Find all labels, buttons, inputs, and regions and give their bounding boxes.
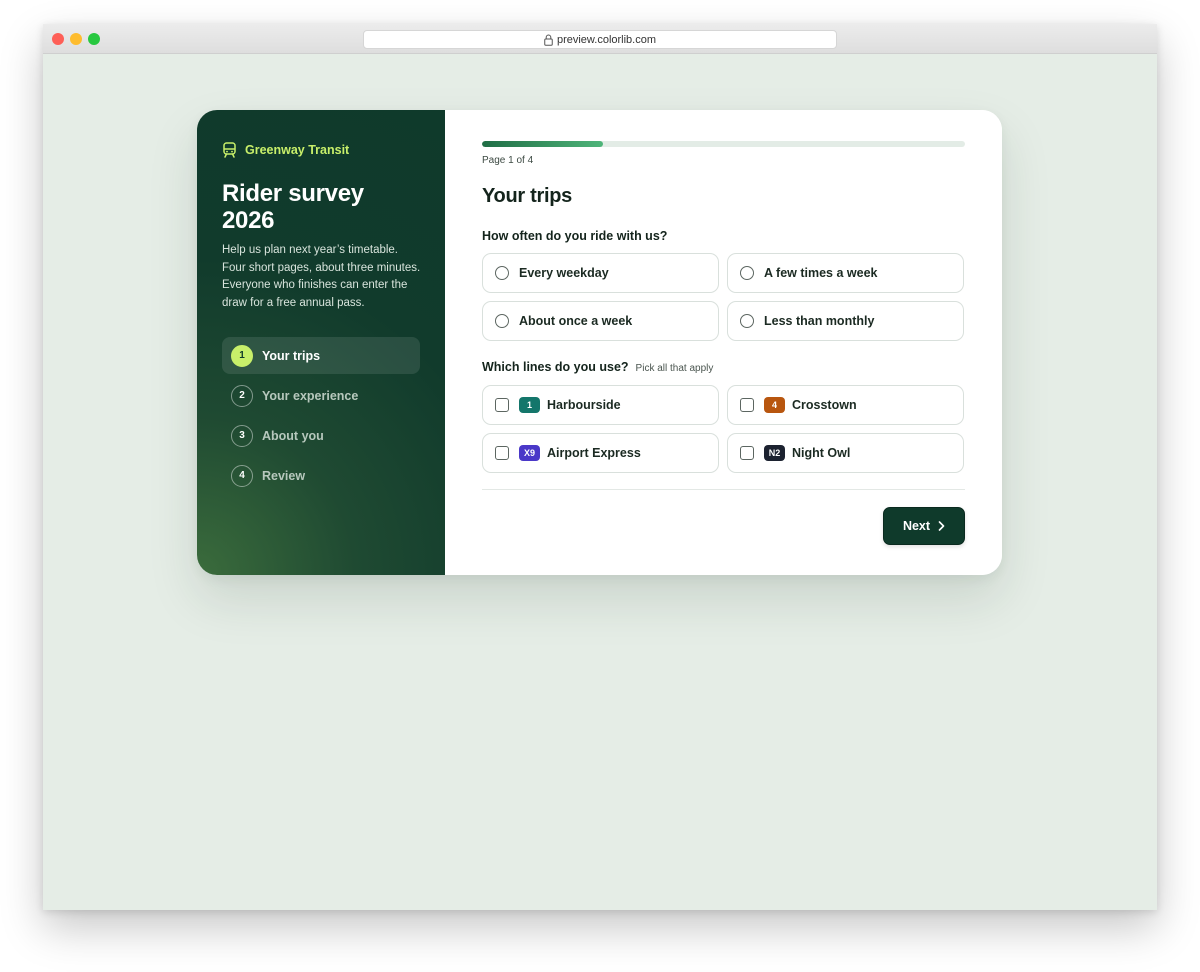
chevron-right-icon — [938, 521, 945, 531]
step-label: About you — [262, 428, 324, 443]
bus-icon — [223, 142, 236, 158]
line-badge: 1 — [519, 397, 540, 413]
option-label: Harbourside — [547, 398, 621, 412]
radio-button[interactable] — [495, 266, 509, 280]
option-label: About once a week — [519, 314, 633, 328]
line-badge: 4 — [764, 397, 785, 413]
option-label: A few times a week — [764, 266, 878, 280]
url-text: preview.colorlib.com — [556, 33, 657, 46]
progress-fill — [482, 141, 603, 147]
minimize-window-button[interactable] — [70, 33, 82, 45]
step-list: 1 Your trips 2 Your experience 3 About y… — [222, 337, 420, 497]
step-number: 2 — [231, 384, 253, 407]
option-label: Airport Express — [547, 446, 641, 460]
section-title: Your trips — [482, 185, 572, 207]
radio-option-every-weekday[interactable]: Every weekday — [482, 253, 719, 293]
browser-titlebar: preview.colorlib.com — [43, 24, 1157, 54]
close-window-button[interactable] — [52, 33, 64, 45]
checkbox-option-crosstown[interactable]: 4 Crosstown — [727, 385, 964, 425]
checkbox[interactable] — [495, 446, 509, 460]
survey-main: Page 1 of 4 Your trips How often do you … — [445, 110, 1002, 575]
line-badge: N2 — [764, 445, 785, 461]
step-item-review[interactable]: 4 Review — [222, 457, 420, 494]
frequency-question: How often do you ride with us? — [482, 229, 668, 243]
radio-option-less-monthly[interactable]: Less than monthly — [727, 301, 964, 341]
maximize-window-button[interactable] — [88, 33, 100, 45]
next-button-label: Next — [902, 519, 931, 533]
sidebar: Greenway Transit Rider survey 2026 Help … — [197, 110, 445, 575]
radio-button[interactable] — [740, 314, 754, 328]
option-label: Less than monthly — [764, 314, 875, 328]
radio-option-once-week[interactable]: About once a week — [482, 301, 719, 341]
checkbox-option-harbourside[interactable]: 1 Harbourside — [482, 385, 719, 425]
step-item-your-trips[interactable]: 1 Your trips — [222, 337, 420, 374]
step-item-about-you[interactable]: 3 About you — [222, 417, 420, 454]
step-number: 3 — [231, 424, 253, 447]
survey-description: Help us plan next year’s timetable. Four… — [222, 244, 421, 309]
address-bar[interactable]: preview.colorlib.com — [363, 30, 837, 49]
browser-window: preview.colorlib.com Greenway Transit Ri… — [43, 24, 1157, 910]
option-label: Crosstown — [792, 398, 857, 412]
brand: Greenway Transit — [222, 142, 349, 158]
checkbox[interactable] — [495, 398, 509, 412]
lock-icon — [544, 34, 553, 46]
survey-card: Greenway Transit Rider survey 2026 Help … — [197, 110, 1002, 575]
survey-title: Rider survey 2026 — [222, 180, 364, 234]
divider — [482, 489, 965, 490]
option-label: Every weekday — [519, 266, 609, 280]
radio-option-few-times-week[interactable]: A few times a week — [727, 253, 964, 293]
step-item-your-experience[interactable]: 2 Your experience — [222, 377, 420, 414]
progress-bar — [482, 141, 965, 147]
brand-name: Greenway Transit — [245, 143, 350, 157]
step-label: Your trips — [262, 348, 321, 363]
radio-button[interactable] — [495, 314, 509, 328]
line-badge: X9 — [519, 445, 540, 461]
step-label: Your experience — [262, 388, 359, 403]
step-number: 1 — [231, 344, 253, 367]
page-indicator: Page 1 of 4 — [482, 155, 534, 166]
radio-button[interactable] — [740, 266, 754, 280]
next-button[interactable]: Next — [883, 507, 965, 545]
lines-question-hint: Pick all that apply — [635, 363, 714, 374]
step-label: Review — [262, 468, 306, 483]
checkbox[interactable] — [740, 446, 754, 460]
lines-question-label: Which lines do you use? — [482, 360, 629, 374]
option-label: Night Owl — [792, 446, 851, 460]
checkbox[interactable] — [740, 398, 754, 412]
checkbox-option-airport-express[interactable]: X9 Airport Express — [482, 433, 719, 473]
lines-question: Which lines do you use? Pick all that ap… — [482, 360, 713, 374]
step-number: 4 — [231, 464, 253, 487]
checkbox-option-night-owl[interactable]: N2 Night Owl — [727, 433, 964, 473]
